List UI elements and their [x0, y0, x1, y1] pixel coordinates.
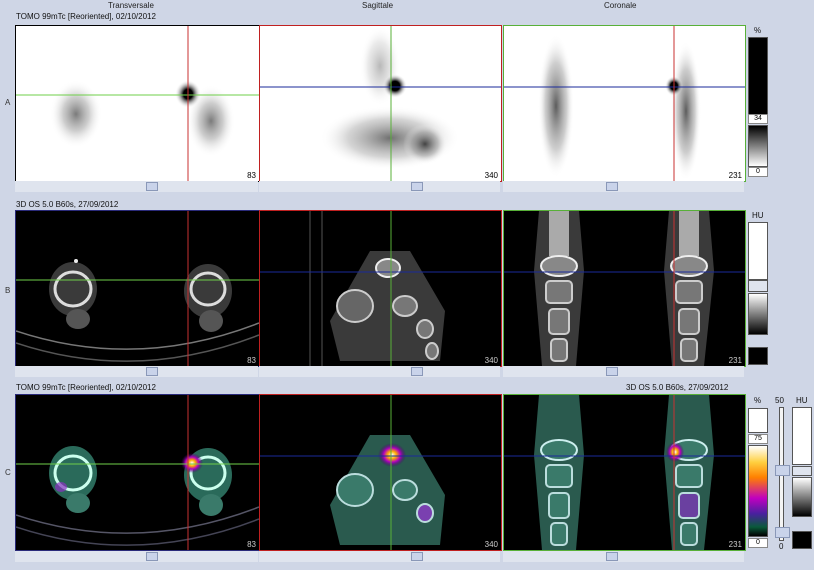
- column-header-transversal: Transversale: [108, 1, 154, 10]
- row-c-title-right: 3D OS 5.0 B60s, 27/09/2012: [626, 383, 729, 392]
- scale-c-white[interactable]: [748, 408, 768, 433]
- scale-c-hu-gradient: [792, 477, 812, 517]
- scale-a-min[interactable]: 0: [748, 167, 768, 177]
- fusion-sagittal-image: [260, 395, 501, 550]
- scroll-thumb[interactable]: [411, 552, 423, 561]
- scale-c-hu-black: [792, 531, 812, 549]
- scale-c-min[interactable]: 0: [748, 538, 768, 548]
- ct-coronal-image: [504, 211, 745, 366]
- scale-b-gradient: [748, 293, 768, 335]
- row-a-title: TOMO 99mTc [Reoriented], 02/10/2012: [16, 12, 156, 21]
- panel-c-sagittal[interactable]: 340: [259, 394, 502, 551]
- scroll-thumb[interactable]: [606, 182, 618, 191]
- scale-c-value[interactable]: 75: [748, 434, 768, 444]
- scroll-thumb[interactable]: [606, 367, 618, 376]
- ct-transversal-image: [16, 211, 259, 366]
- slice-scroller-c-transversal[interactable]: [15, 551, 258, 562]
- slice-number: 83: [247, 540, 256, 549]
- scroll-thumb[interactable]: [146, 182, 158, 191]
- scale-a-colorbar[interactable]: [748, 37, 768, 117]
- scroll-thumb[interactable]: [146, 367, 158, 376]
- ct-sagittal-image: [260, 211, 501, 366]
- scale-b-unit: HU: [752, 211, 764, 220]
- row-b-title: 3D OS 5.0 B60s, 27/09/2012: [16, 200, 119, 209]
- slice-number: 340: [484, 171, 498, 180]
- scale-a-unit: %: [754, 26, 762, 35]
- scale-c-hu-unit: HU: [796, 396, 808, 405]
- slice-scroller-b-coronal[interactable]: [503, 366, 744, 377]
- row-label-c: C: [5, 468, 11, 477]
- scale-c-hu-level[interactable]: [792, 466, 812, 476]
- scale-c-unit: %: [754, 396, 762, 405]
- slice-number: 83: [247, 356, 256, 365]
- scroll-thumb[interactable]: [146, 552, 158, 561]
- scale-c-window: 50: [775, 396, 784, 405]
- scroll-thumb[interactable]: [606, 552, 618, 561]
- slice-scroller-a-sagittal[interactable]: [259, 181, 500, 192]
- column-header-sagittal: Sagittale: [362, 1, 394, 10]
- scale-c-hot-colorbar: [748, 445, 768, 537]
- scroll-thumb[interactable]: [411, 367, 423, 376]
- scale-a-gradient: [748, 125, 768, 167]
- panel-a-transversal[interactable]: 83: [15, 25, 260, 182]
- slice-scroller-b-transversal[interactable]: [15, 366, 258, 377]
- row-c-title-left: TOMO 99mTc [Reoriented], 02/10/2012: [16, 383, 156, 392]
- slice-number: 83: [247, 171, 256, 180]
- panel-a-sagittal[interactable]: 340: [259, 25, 502, 182]
- scale-b-level[interactable]: [748, 280, 768, 292]
- scale-c-window-min: 0: [779, 542, 784, 551]
- panel-b-coronal[interactable]: 231: [503, 210, 746, 367]
- row-label-b: B: [5, 286, 11, 295]
- scroll-thumb[interactable]: [411, 182, 423, 191]
- slice-number: 231: [728, 540, 742, 549]
- slice-number: 340: [484, 540, 498, 549]
- slice-scroller-c-coronal[interactable]: [503, 551, 744, 562]
- spect-sagittal-image: [260, 26, 501, 181]
- fusion-coronal-image: [504, 395, 745, 550]
- spect-coronal-image: [504, 26, 745, 181]
- slice-scroller-a-coronal[interactable]: [503, 181, 744, 192]
- panel-b-sagittal[interactable]: 340: [259, 210, 502, 367]
- slice-scroller-c-sagittal[interactable]: [259, 551, 500, 562]
- column-header-coronal: Coronale: [604, 1, 637, 10]
- slice-number: 231: [728, 171, 742, 180]
- fusion-blend-thumb[interactable]: [775, 465, 790, 476]
- slice-scroller-a-transversal[interactable]: [15, 181, 258, 192]
- panel-c-transversal[interactable]: 83: [15, 394, 260, 551]
- scale-b-black: [748, 347, 768, 365]
- panel-c-coronal[interactable]: 231: [503, 394, 746, 551]
- slice-number: 231: [728, 356, 742, 365]
- fusion-transversal-image: [16, 395, 259, 550]
- scale-b-white[interactable]: [748, 222, 768, 280]
- panel-a-coronal[interactable]: 231: [503, 25, 746, 182]
- slice-number: 340: [484, 356, 498, 365]
- scale-a-value[interactable]: 34: [748, 114, 768, 124]
- panel-b-transversal[interactable]: 83: [15, 210, 260, 367]
- fusion-blend-thumb-bottom[interactable]: [775, 527, 790, 538]
- row-label-a: A: [5, 98, 11, 107]
- spect-transversal-image: [16, 26, 259, 181]
- slice-scroller-b-sagittal[interactable]: [259, 366, 500, 377]
- scale-c-hu-white[interactable]: [792, 407, 812, 465]
